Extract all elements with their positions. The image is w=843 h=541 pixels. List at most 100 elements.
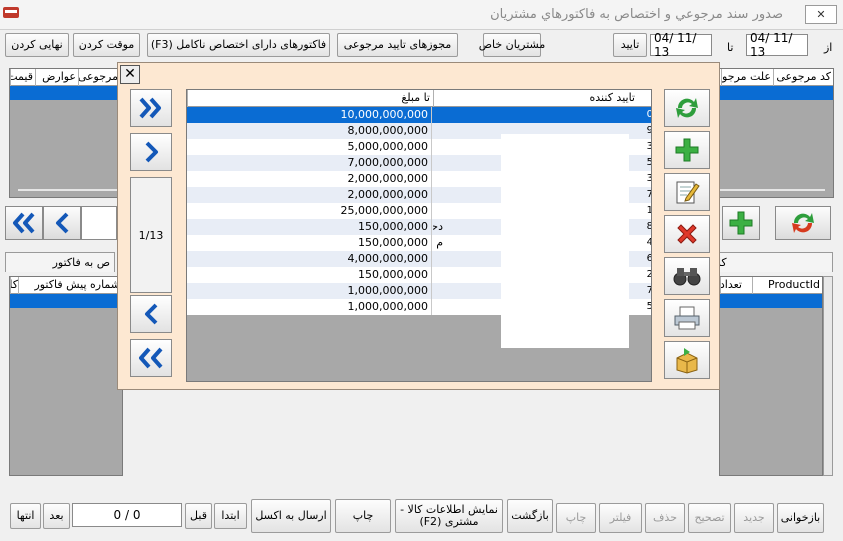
amount-cell: 150,000,000 (187, 235, 432, 251)
first-page-button[interactable]: ابتدا (214, 503, 247, 529)
approval-permits-dialog: ✕ 1/13 تا مبلغ تایید کننده 10,000,000,00… (117, 62, 720, 390)
filter-button[interactable]: فیلتر (599, 503, 642, 533)
approver-name: دحسین (433, 220, 443, 233)
print-disabled-button[interactable]: چاپ (556, 503, 596, 533)
plus-icon (675, 138, 699, 162)
product-selected-row[interactable] (720, 294, 822, 308)
approver-id: 8 (643, 219, 651, 235)
refresh-icon (792, 213, 814, 233)
new-button[interactable]: جدید (734, 503, 774, 533)
amount-cell: 7,000,000,000 (187, 155, 432, 171)
invoice-grid[interactable]: شماره پیش فاکتور کار (9, 276, 123, 476)
temporary-record-button[interactable]: موقت کردن (73, 33, 140, 57)
right-panel-tab[interactable]: کا (705, 252, 833, 272)
send-to-excel-button[interactable]: ارسال به اکسل (251, 499, 331, 533)
approver-id: 7 (643, 283, 651, 299)
record-counter: 0 / 0 (72, 503, 182, 527)
prev-page-button[interactable]: قبل (185, 503, 212, 529)
last-page-button[interactable]: انتها (10, 503, 41, 529)
chevron-left-icon (145, 303, 158, 325)
incomplete-allocation-invoices-button[interactable]: فاکتورهای دارای اختصاص ناکامل (F3) (147, 33, 330, 57)
col-return[interactable]: مرجوعی (78, 69, 120, 86)
delete-button[interactable]: حذف (645, 503, 685, 533)
dialog-add-button[interactable] (664, 131, 710, 169)
dialog-prev-page-button[interactable] (130, 295, 172, 333)
app-logo-icon (3, 7, 19, 18)
add-button[interactable] (722, 206, 760, 240)
reload-button[interactable]: بازخوانی (777, 503, 824, 533)
double-chevron-left-icon (139, 347, 163, 369)
edit-button[interactable]: تصحیح (688, 503, 731, 533)
dialog-first-page-button[interactable] (130, 339, 172, 377)
dialog-search-button[interactable] (664, 257, 710, 295)
col-return-reason[interactable]: علت مرجوعی (721, 69, 773, 86)
approver-id: 7 (643, 187, 651, 203)
approver-id: 2 (643, 267, 651, 283)
col-up-to-amount[interactable]: تا مبلغ (187, 90, 432, 107)
col-approver[interactable]: تایید کننده (433, 90, 651, 107)
x-icon: ✕ (816, 8, 826, 21)
to-date-input[interactable]: 04/ 11/ 13 (650, 31, 712, 59)
window-close-button[interactable]: ✕ (805, 5, 837, 24)
return-approval-permits-button[interactable]: مجوزهای تایید مرجوعی (337, 33, 458, 57)
col-product-id[interactable]: ProductId (752, 277, 822, 294)
special-customers-button[interactable]: مشتریان خاص (479, 33, 545, 57)
col-duties[interactable]: عوارض (35, 69, 78, 86)
vertical-scrollbar[interactable] (823, 276, 833, 476)
invoice-selected-row[interactable] (10, 294, 122, 308)
binoculars-icon (673, 268, 701, 286)
left-panel-tab-label: ص به فاکتور (52, 256, 110, 269)
amount-cell: 4,000,000,000 (187, 251, 432, 267)
amount-cell: 5,000,000,000 (187, 139, 432, 155)
next-page-button[interactable]: بعد (43, 503, 70, 529)
dialog-next-page-button[interactable] (130, 133, 172, 171)
show-goods-info-button[interactable]: نمایش اطلاعات کالا - مشتری (F2) (395, 499, 503, 533)
approve-filter-button[interactable]: تایید (613, 33, 647, 57)
dialog-print-button[interactable] (664, 299, 710, 337)
prev-record-button[interactable] (43, 206, 81, 240)
product-grid[interactable]: ProductId تعداد (719, 276, 823, 476)
dialog-refresh-button[interactable] (664, 89, 710, 127)
col-proforma-number[interactable]: شماره پیش فاکتور (18, 277, 122, 294)
approver-id: 3 (643, 139, 651, 155)
amount-cell: 1,000,000,000 (187, 299, 432, 315)
to-label: تا (727, 41, 734, 54)
dialog-edit-button[interactable] (664, 173, 710, 211)
from-label: از (824, 41, 833, 54)
col-price[interactable]: قیمت (10, 69, 35, 86)
invoice-grid-header: شماره پیش فاکتور کار (10, 277, 122, 294)
edit-notepad-icon (676, 181, 700, 204)
double-chevron-right-icon (139, 97, 161, 119)
dialog-page-indicator: 1/13 (130, 177, 172, 293)
amount-cell: 2,000,000,000 (187, 187, 432, 203)
chevron-right-icon (145, 141, 158, 163)
dialog-close-button[interactable]: ✕ (120, 65, 140, 84)
approver-id: 6 (643, 251, 651, 267)
dialog-export-button[interactable] (664, 341, 710, 379)
approver-id: 0 (643, 107, 651, 123)
finalize-button[interactable]: نهایی کردن (5, 33, 69, 57)
dialog-last-page-button[interactable] (130, 89, 172, 127)
first-record-button[interactable] (5, 206, 43, 240)
refresh-icon (676, 98, 698, 118)
redacted-area (501, 134, 629, 348)
refresh-button[interactable] (775, 206, 831, 240)
amount-cell: 2,000,000,000 (187, 171, 432, 187)
col-return-code[interactable]: کد مرجوعی (773, 69, 833, 86)
approver-id: 4 (643, 235, 651, 251)
approver-id: 9 (643, 123, 651, 139)
left-panel-tab[interactable]: ص به فاکتور (5, 252, 115, 272)
printer-icon (674, 306, 700, 330)
dialog-delete-button[interactable] (664, 215, 710, 253)
amount-cell: 10,000,000,000 (187, 107, 432, 123)
from-date-input[interactable]: 04/ 11/ 13 (746, 31, 808, 59)
print-button[interactable]: چاپ (335, 499, 391, 533)
window-title: صدور سند مرجوعي و اختصاص به فاکتورهاي مش… (490, 7, 783, 22)
col-work[interactable]: کار (10, 277, 20, 294)
back-button[interactable]: بازگشت (507, 499, 553, 533)
package-export-icon (676, 348, 698, 374)
approval-limits-grid[interactable]: تا مبلغ تایید کننده 10,000,000,000 0 8,000… (186, 89, 652, 382)
col-quantity[interactable]: تعداد (720, 277, 744, 294)
plus-icon (729, 211, 753, 235)
approval-limit-row[interactable]: 10,000,000,000 0 (187, 107, 651, 123)
